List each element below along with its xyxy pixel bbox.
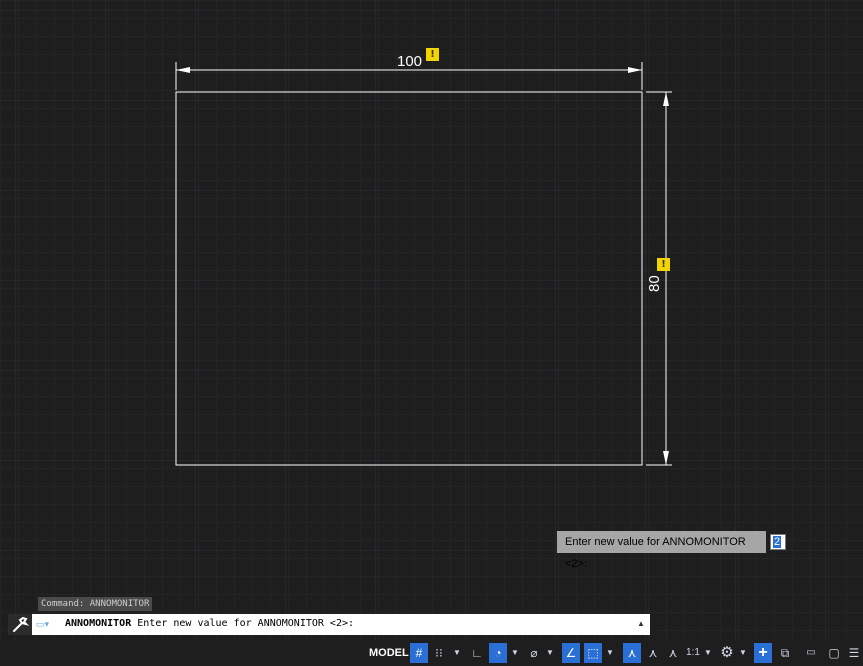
annotation-monitor-icon[interactable]: + [754,643,772,663]
workspace-gear-icon[interactable]: ⚙ [718,643,736,663]
auto-scale-icon[interactable]: ⋏ [645,643,661,663]
clean-screen-icon[interactable]: ▢ [826,643,842,663]
drawing-canvas[interactable] [0,0,863,666]
command-input[interactable]: ANNOMONITOR Enter new value for ANNOMONI… [65,617,354,631]
annotation-scale-icon[interactable]: ⋏ [665,643,681,663]
dynamic-input-value[interactable]: 2 [773,536,782,548]
object-snap-dropdown-icon[interactable]: ▼ [605,643,615,663]
command-name: ANNOMONITOR [65,618,132,629]
dynamic-input-field[interactable]: 2 [770,534,786,550]
customize-wrench-icon[interactable] [8,614,32,635]
object-snap-icon[interactable]: ⬚ [584,643,602,663]
annotation-warning-icon[interactable]: ! [426,48,439,61]
vertical-dimension-text[interactable]: 80 [646,275,663,292]
annotation-visibility-icon[interactable]: ⋏ [623,643,641,663]
model-space-button[interactable]: MODEL [366,643,412,663]
recent-commands-icon[interactable]: ▭▾ [36,617,49,631]
horizontal-dimension-text[interactable]: 100 [397,54,422,69]
polar-dropdown-icon[interactable]: ▼ [510,643,520,663]
workspace-dropdown-icon[interactable]: ▼ [738,643,748,663]
polar-icon[interactable]: ◔ [489,643,507,663]
isodraft-dropdown-icon[interactable]: ▼ [545,643,555,663]
snap-dropdown-icon[interactable]: ▼ [452,643,462,663]
isodraft-icon[interactable]: ⌀ [526,643,542,663]
command-history-toggle-icon[interactable]: ▲ [637,619,645,628]
isolate-objects-icon[interactable]: ⧉ [777,643,793,663]
annotation-scale-dropdown-icon[interactable]: ▼ [703,643,713,663]
annotation-warning-icon[interactable]: ! [657,258,670,271]
grid-icon[interactable]: # [410,643,428,663]
hardware-acceleration-icon[interactable]: ▭ [803,643,819,663]
ortho-icon[interactable]: ∟ [469,643,485,663]
command-prompt: Enter new value for ANNOMONITOR <2>: [137,618,355,629]
snap-icon[interactable]: ⁝⁝ [431,643,447,663]
dynamic-input-prompt: Enter new value for ANNOMONITOR <2>: [557,531,766,570]
object-snap-tracking-icon[interactable]: ∠ [562,643,580,663]
customization-menu-icon[interactable]: ☰ [847,643,861,663]
annotation-scale-label[interactable]: 1:1 [684,643,702,663]
command-history-line: Command: ANNOMONITOR [38,597,153,611]
